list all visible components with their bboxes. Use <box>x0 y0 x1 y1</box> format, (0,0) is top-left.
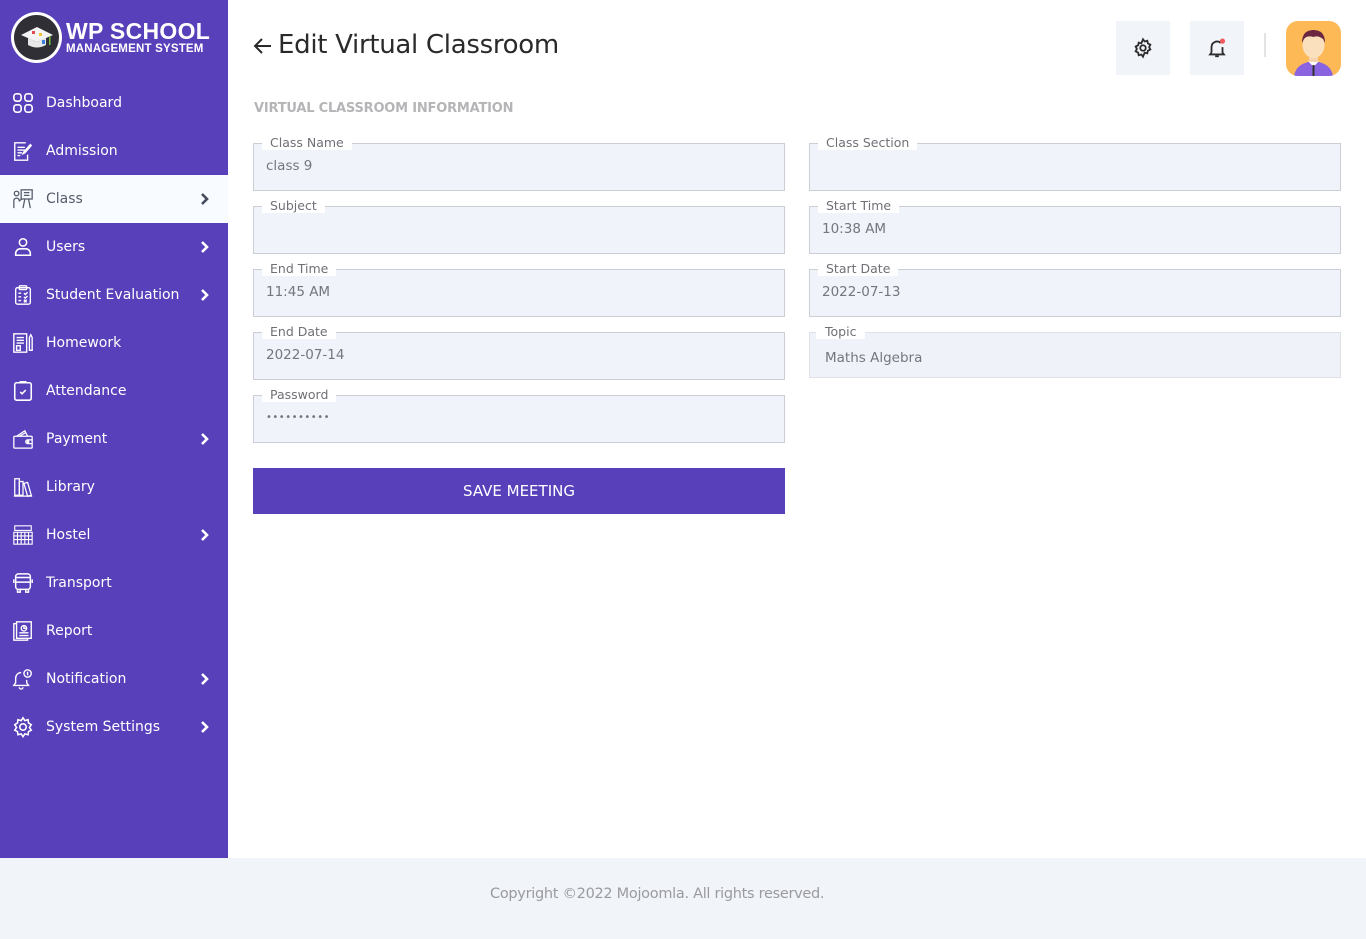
field-label: Start Time <box>818 199 900 213</box>
arrow-left-icon[interactable] <box>252 34 274 56</box>
sidebar-item-label: Notification <box>46 671 127 687</box>
sidebar-item-dashboard[interactable]: Dashboard <box>0 79 228 127</box>
user-icon <box>11 236 34 259</box>
class-icon <box>11 188 34 211</box>
field-label: End Date <box>262 325 336 339</box>
sidebar-item-label: Class <box>46 191 83 207</box>
sidebar-item-class[interactable]: Class <box>0 175 228 223</box>
sidebar-item-label: System Settings <box>46 719 161 735</box>
settings-button[interactable] <box>1116 21 1170 75</box>
footer: Copyright ©2022 Mojoomla. All rights res… <box>0 858 1366 939</box>
subject-field[interactable]: Subject <box>253 199 785 254</box>
logo[interactable]: WP SCHOOL MANAGEMENT SYSTEM <box>11 12 210 63</box>
field-label: Class Name <box>262 136 352 150</box>
report-icon <box>11 620 34 643</box>
field-label: End Time <box>262 262 337 276</box>
chevron-right-icon <box>201 289 209 301</box>
header-divider <box>1264 33 1266 57</box>
field-value: 11:45 AM <box>266 284 331 300</box>
sidebar-item-label: Users <box>46 239 86 255</box>
sidebar-item-users[interactable]: Users <box>0 223 228 271</box>
sidebar-item-label: Attendance <box>46 383 127 399</box>
sidebar-item-label: Dashboard <box>46 95 122 111</box>
copyright-text: Copyright ©2022 Mojoomla. All rights res… <box>490 886 825 902</box>
dashboard-icon <box>11 92 34 115</box>
sidebar-nav: Dashboard Admission Class Users Student … <box>0 79 228 751</box>
field-value: •••••••••• <box>266 412 330 423</box>
homework-icon <box>11 332 34 355</box>
avatar[interactable] <box>1286 21 1341 76</box>
sidebar-item-label: Student Evaluation <box>46 287 180 303</box>
hostel-icon <box>11 524 34 547</box>
field-value: class 9 <box>266 158 313 174</box>
section-title: VIRTUAL CLASSROOM INFORMATION <box>254 101 514 116</box>
settings-icon <box>11 716 34 739</box>
field-label: Start Date <box>818 262 899 276</box>
field-label: Subject <box>262 199 325 213</box>
chevron-right-icon <box>201 433 209 445</box>
chevron-right-icon <box>201 241 209 253</box>
page-header: Edit Virtual Classroom <box>252 30 559 60</box>
notification-icon <box>11 668 34 691</box>
password-field[interactable]: Password •••••••••• <box>253 388 785 443</box>
logo-title: WP SCHOOL <box>66 18 211 44</box>
chevron-right-icon <box>201 193 209 205</box>
bell-icon <box>1208 38 1226 58</box>
sidebar-item-system-settings[interactable]: System Settings <box>0 703 228 751</box>
evaluation-icon <box>11 284 34 307</box>
notification-button[interactable] <box>1190 21 1244 75</box>
class-section-field[interactable]: Class Section <box>809 136 1341 191</box>
sidebar-item-homework[interactable]: Homework <box>0 319 228 367</box>
library-icon <box>11 476 34 499</box>
sidebar-item-label: Hostel <box>46 527 91 543</box>
sidebar-item-label: Admission <box>46 143 118 159</box>
sidebar-item-label: Library <box>46 479 95 495</box>
sidebar-item-label: Transport <box>46 575 112 591</box>
topic-textarea[interactable]: Topic Maths Algebra <box>809 325 1341 378</box>
chevron-right-icon <box>201 673 209 685</box>
sidebar-item-library[interactable]: Library <box>0 463 228 511</box>
graduation-cap-icon <box>14 15 59 60</box>
admission-icon <box>11 140 34 163</box>
chevron-right-icon <box>201 529 209 541</box>
sidebar-item-label: Report <box>46 623 93 639</box>
save-meeting-button[interactable]: SAVE MEETING <box>253 468 785 514</box>
end-time-field[interactable]: End Time 11:45 AM <box>253 262 785 317</box>
sidebar-item-payment[interactable]: Payment <box>0 415 228 463</box>
start-time-field[interactable]: Start Time 10:38 AM <box>809 199 1341 254</box>
start-date-field[interactable]: Start Date 2022-07-13 <box>809 262 1341 317</box>
class-name-field[interactable]: Class Name class 9 <box>253 136 785 191</box>
field-value: Maths Algebra <box>825 350 923 366</box>
sidebar-item-transport[interactable]: Transport <box>0 559 228 607</box>
wallet-icon <box>11 428 34 451</box>
field-label: Class Section <box>818 136 918 150</box>
field-value: 2022-07-13 <box>822 284 901 300</box>
sidebar-item-notification[interactable]: Notification <box>0 655 228 703</box>
sidebar-item-hostel[interactable]: Hostel <box>0 511 228 559</box>
field-value: 10:38 AM <box>822 221 887 237</box>
sidebar-item-admission[interactable]: Admission <box>0 127 228 175</box>
sidebar-item-label: Homework <box>46 335 122 351</box>
page-title: Edit Virtual Classroom <box>278 30 559 60</box>
sidebar-item-label: Payment <box>46 431 108 447</box>
field-value: 2022-07-14 <box>266 347 345 363</box>
end-date-field[interactable]: End Date 2022-07-14 <box>253 325 785 380</box>
sidebar-item-student-evaluation[interactable]: Student Evaluation <box>0 271 228 319</box>
chevron-right-icon <box>201 721 209 733</box>
sidebar: WP SCHOOL MANAGEMENT SYSTEM Dashboard Ad… <box>0 0 228 858</box>
bus-icon <box>11 572 34 595</box>
field-label: Password <box>262 388 337 402</box>
logo-badge <box>11 12 62 63</box>
logo-subtitle: MANAGEMENT SYSTEM <box>66 43 204 55</box>
sidebar-item-attendance[interactable]: Attendance <box>0 367 228 415</box>
sidebar-item-report[interactable]: Report <box>0 607 228 655</box>
field-label: Topic <box>816 325 866 339</box>
gear-icon <box>1134 37 1152 59</box>
attendance-icon <box>11 380 34 403</box>
